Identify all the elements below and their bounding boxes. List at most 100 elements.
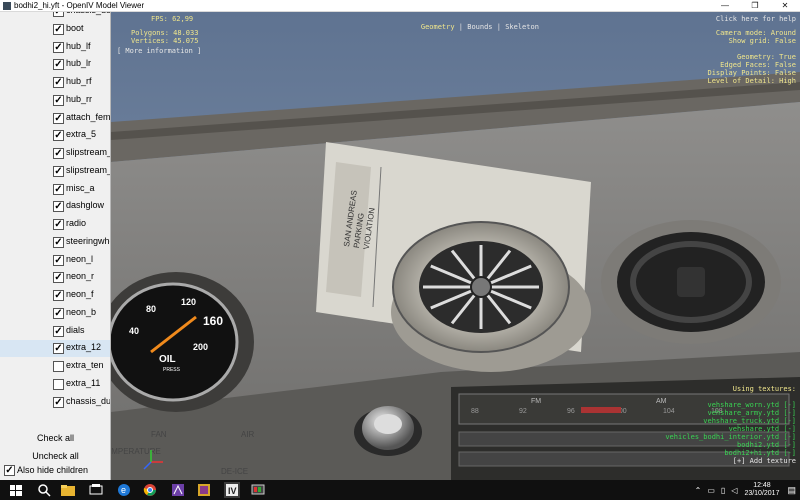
texture-file[interactable]: vehshare_truck.ytd [-] (665, 417, 796, 425)
part-checkbox-row[interactable]: ✓ dials (0, 323, 110, 340)
3d-viewport[interactable]: SAN ANDREASPARKINGVIOLATION 40 80 120 160 20… (111, 12, 800, 480)
edge-icon[interactable]: e (116, 482, 132, 498)
setting-line[interactable]: Display Points: False (707, 69, 796, 77)
part-checkbox-row[interactable]: ✓ dashglow (0, 198, 110, 215)
setting-line[interactable] (707, 45, 796, 53)
part-label: hub_rf (66, 76, 92, 86)
checkbox-box[interactable]: ✓ (53, 148, 64, 159)
part-checkbox-row[interactable]: ✓attach_female (0, 110, 110, 127)
battery-icon[interactable]: ▯ (718, 486, 728, 495)
setting-line[interactable]: Edged Faces: False (707, 61, 796, 69)
viewer-settings[interactable]: Camera mode: Around Show grid: False Geom… (707, 29, 796, 85)
part-checkbox-row[interactable]: ✓ neon_r (0, 269, 110, 286)
notifications-icon[interactable]: ▤ (783, 485, 800, 496)
svg-text:DE-ICE: DE-ICE (221, 467, 248, 476)
checkbox-box[interactable]: ✓ (53, 130, 64, 142)
part-checkbox-row[interactable]: ✓ misc_a (0, 181, 110, 198)
part-checkbox-row[interactable]: ✓ boot (0, 21, 110, 38)
texture-file[interactable]: bodhi2.ytd [-] (665, 441, 796, 449)
maximize-button[interactable]: ❐ (740, 0, 770, 12)
file-explorer-icon[interactable] (60, 482, 76, 498)
texture-file[interactable]: bodhi2+hi.ytd [-] (665, 449, 796, 457)
clock[interactable]: 12:48 23/10/2017 (740, 482, 783, 498)
checkbox-box[interactable]: ✓ (53, 23, 64, 35)
parts-checklist[interactable]: ✓chassis_dummy✓boot✓hub_lf✓hub_lr✓hub_rf… (0, 12, 111, 423)
checkbox-box[interactable]: ✓ (53, 12, 64, 17)
part-checkbox-row[interactable]: ✓ extra_5 (0, 127, 110, 144)
part-checkbox-row[interactable]: ✓steeringwheel (0, 234, 110, 251)
part-checkbox-row[interactable]: ✓ slipstream_l (0, 163, 110, 180)
photo-editor-icon[interactable] (170, 482, 186, 498)
texture-file[interactable]: vehshare_worn.ytd [-] (665, 401, 796, 409)
checkbox-box[interactable]: ✓ (53, 41, 64, 53)
checkbox-box[interactable]: ✓ (53, 272, 64, 284)
checkbox-box[interactable]: ✓ (53, 325, 64, 337)
bounds-tab[interactable]: Bounds (467, 23, 492, 31)
texture-file[interactable]: vehshare.ytd [-] (665, 425, 796, 433)
part-checkbox-row[interactable]: ✓ hub_rr (0, 92, 110, 109)
part-checkbox-row[interactable]: ✓ hub_rf (0, 74, 110, 91)
network-icon[interactable]: ▭ (704, 486, 718, 495)
checkbox-box[interactable]: ✓ (53, 94, 64, 106)
setting-line[interactable]: Camera mode: Around (707, 29, 796, 37)
checkbox-box[interactable]: ✓ (53, 219, 64, 230)
setting-line[interactable]: Level of Detail: High (707, 77, 796, 85)
texture-file[interactable]: vehshare_army.ytd [-] (665, 409, 796, 417)
winrar-icon[interactable] (196, 482, 212, 498)
part-checkbox-row[interactable]: ✓ neon_f (0, 287, 110, 304)
check-all-button[interactable]: Check all (0, 430, 110, 446)
minimize-button[interactable]: — (710, 0, 740, 12)
checkbox-box[interactable]: ✓ (4, 465, 15, 476)
checkbox-box[interactable]: ✓ (53, 307, 64, 319)
texture-file[interactable]: vehicles_bodhi_interior.ytd [-] (665, 433, 796, 441)
skeleton-tab[interactable]: Skeleton (505, 23, 539, 31)
openiv-icon[interactable]: IV (224, 482, 240, 498)
part-checkbox-row[interactable]: extra_ten (0, 358, 110, 375)
checkbox-box[interactable] (53, 361, 64, 372)
setting-line[interactable]: Show grid: False (707, 37, 796, 45)
geometry-tab[interactable]: Geometry (421, 23, 455, 31)
part-checkbox-row[interactable]: ✓ radio (0, 216, 110, 233)
volume-icon[interactable]: ◁ (728, 486, 740, 495)
chrome-icon[interactable] (142, 482, 158, 498)
gauge-sublabel: PRESS (163, 367, 181, 373)
part-checkbox-row[interactable]: ✓ neon_l (0, 252, 110, 269)
part-checkbox-row[interactable]: ✓ neon_b (0, 305, 110, 322)
chevron-up-icon[interactable]: ⌃ (692, 486, 705, 495)
help-link[interactable]: Click here for help (716, 15, 796, 23)
part-label: slipstream_r (66, 147, 111, 157)
checkbox-box[interactable]: ✓ (53, 236, 64, 248)
part-checkbox-row[interactable]: ✓ slipstream_r (0, 145, 111, 162)
checkbox-box[interactable]: ✓ (53, 290, 64, 301)
also-hide-children-checkbox[interactable]: ✓ Also hide children (0, 463, 110, 478)
checkbox-box[interactable] (53, 378, 64, 390)
more-information-link[interactable]: [ More information ] (117, 47, 201, 55)
checkbox-box[interactable]: ✓ (53, 201, 64, 213)
part-checkbox-row[interactable]: extra_11 (0, 376, 110, 393)
part-checkbox-row[interactable]: ✓chassis_dummy (0, 12, 110, 20)
search-icon[interactable] (36, 482, 52, 498)
monitor-app-icon[interactable] (250, 482, 266, 498)
svg-text:e: e (121, 485, 126, 495)
setting-line[interactable]: Geometry: True (707, 53, 796, 61)
uncheck-all-button[interactable]: Uncheck all (0, 448, 110, 464)
windows-start-icon[interactable] (8, 482, 24, 498)
checkbox-box[interactable]: ✓ (53, 254, 64, 266)
part-label: boot (66, 22, 84, 33)
checkbox-box[interactable]: ✓ (53, 165, 64, 177)
checkbox-box[interactable]: ✓ (53, 77, 64, 88)
checkbox-box[interactable]: ✓ (53, 59, 64, 71)
part-checkbox-row[interactable]: ✓chassis_dummy (0, 394, 110, 411)
task-view-icon[interactable] (88, 482, 104, 498)
checkbox-box[interactable]: ✓ (53, 343, 64, 355)
part-checkbox-row[interactable]: ✓ hub_lr (0, 56, 110, 73)
checkbox-box[interactable]: ✓ (53, 183, 64, 195)
part-checkbox-row[interactable]: ✓ extra_12 (0, 340, 110, 358)
checkbox-box[interactable]: ✓ (53, 396, 64, 408)
checkbox-box[interactable]: ✓ (53, 112, 64, 124)
close-button[interactable]: ✕ (770, 0, 800, 12)
part-checkbox-row[interactable]: ✓ hub_lf (0, 39, 110, 56)
svg-text:AIR: AIR (241, 430, 255, 439)
radio-frequency: 88 (471, 408, 479, 415)
add-texture-link[interactable]: [+] Add texture (665, 457, 796, 465)
